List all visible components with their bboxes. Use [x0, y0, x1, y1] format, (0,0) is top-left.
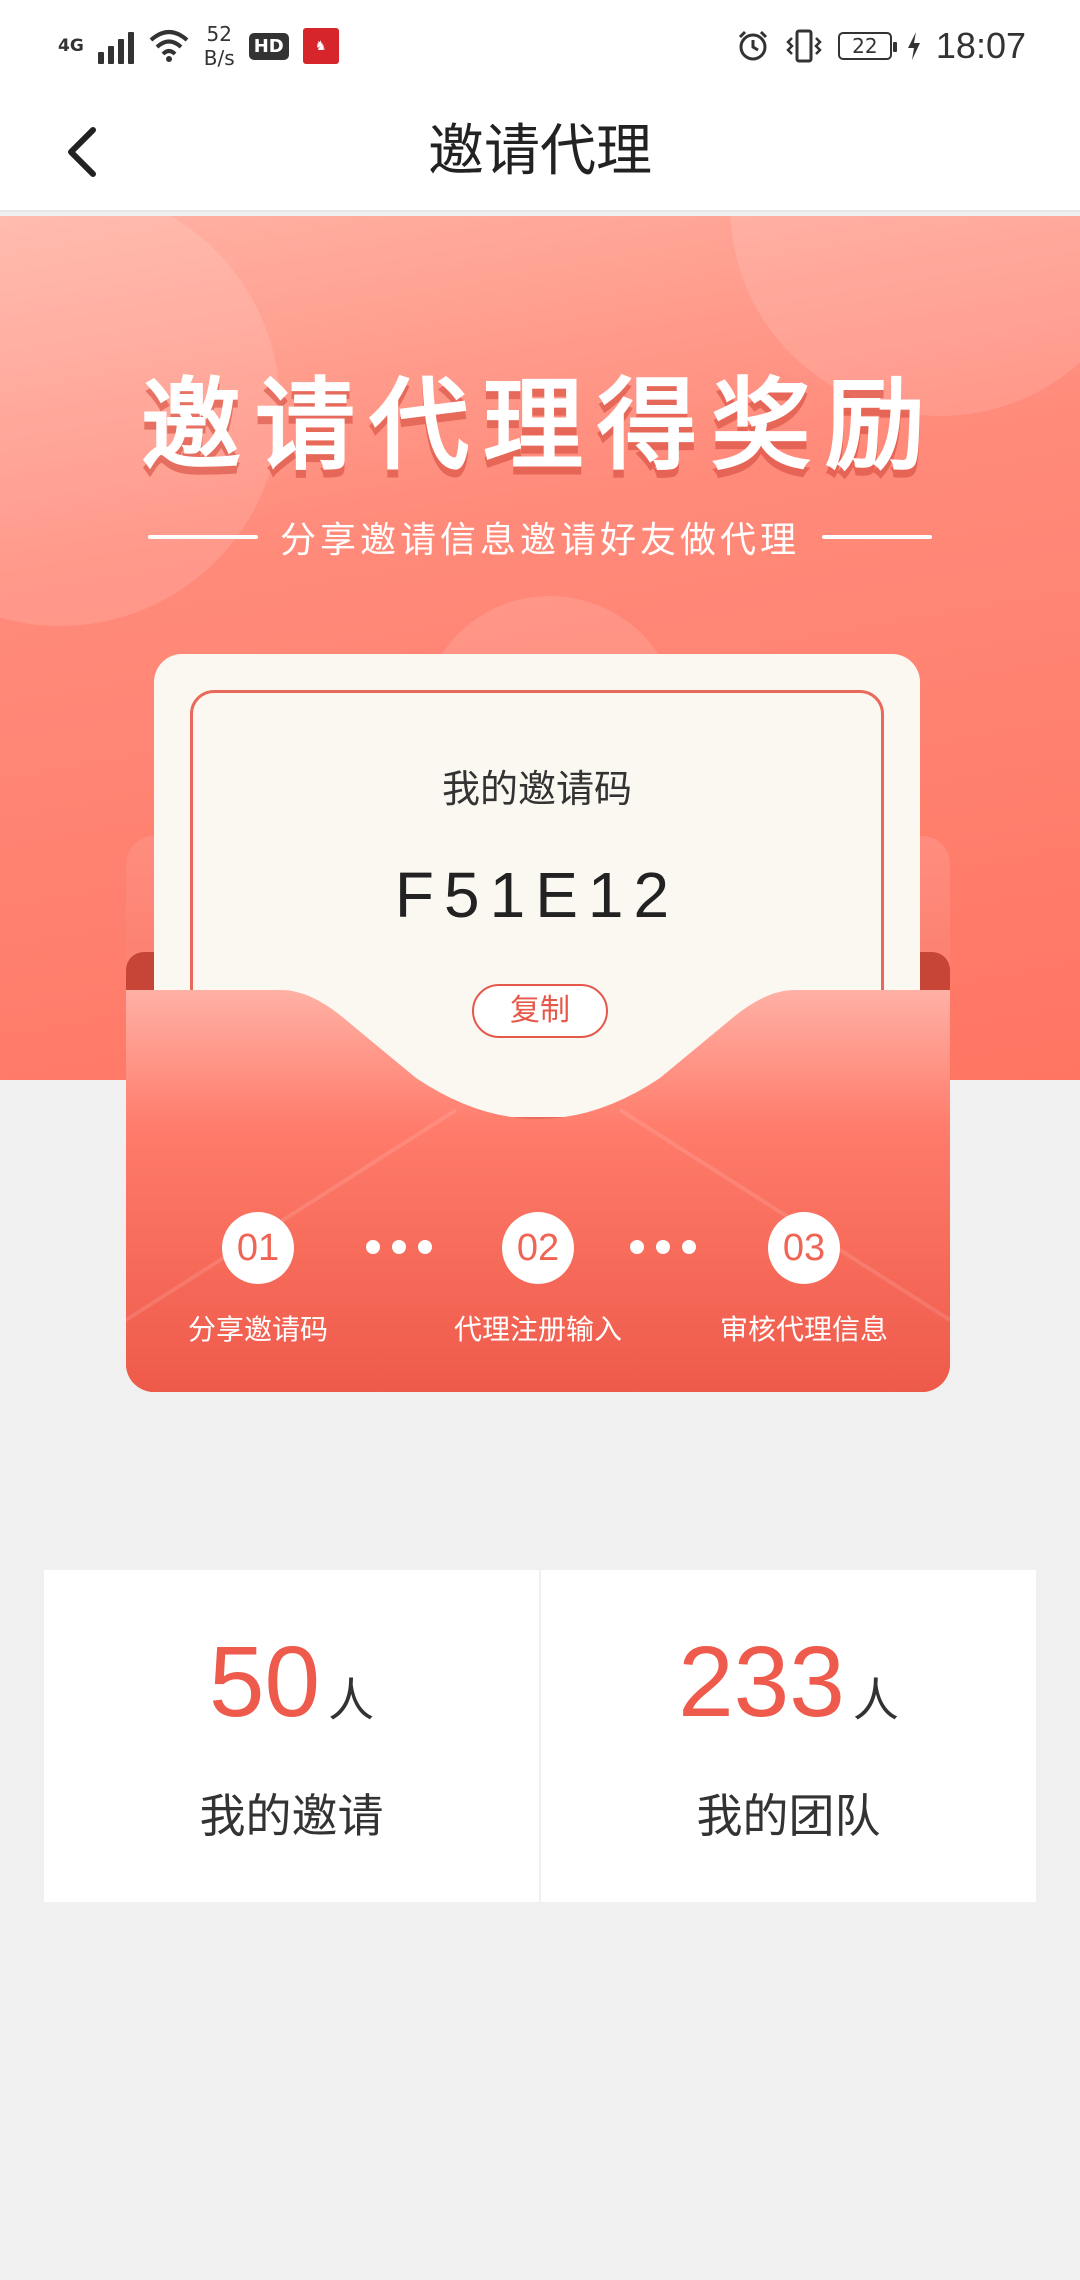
- stats-panel: 50 人 我的邀请 233 人 我的团队: [44, 1570, 1036, 1902]
- network-speed: 52 B/s: [204, 22, 235, 70]
- divider-line: [822, 535, 932, 539]
- step-number: 01: [222, 1212, 294, 1284]
- step-item: 03 审核代理信息: [674, 1212, 934, 1348]
- stat-label: 我的团队: [696, 1789, 881, 1843]
- stat-value: 233 人: [541, 1632, 1036, 1732]
- hd-badge: HD: [248, 32, 289, 60]
- clock: 18:07: [935, 25, 1026, 66]
- app-icon: ♞: [302, 28, 339, 64]
- status-bar: 4G 52 B/s HD ♞ 22 18:07: [0, 0, 1080, 92]
- step-label: 审核代理信息: [719, 1313, 888, 1346]
- step-label: 代理注册输入: [453, 1313, 622, 1346]
- my-invites-stat[interactable]: 50 人 我的邀请: [44, 1570, 539, 1902]
- stat-unit: 人: [328, 1673, 375, 1727]
- speed-unit: B/s: [203, 46, 235, 70]
- step-item: 01 分享邀请码: [128, 1212, 388, 1348]
- charging-icon: [907, 32, 920, 60]
- speed-value: 52: [206, 22, 232, 46]
- hero-subtitle: 分享邀请信息邀请好友做代理: [0, 512, 1080, 562]
- stat-unit: 人: [852, 1673, 899, 1727]
- steps: 01 分享邀请码 02 代理注册输入 03 审核代理信息: [126, 1212, 950, 1372]
- hero-title: 邀请代理得奖励: [141, 367, 939, 484]
- step-label: 分享邀请码: [187, 1313, 328, 1346]
- stat-label: 我的邀请: [199, 1789, 384, 1843]
- alarm-icon: [738, 30, 767, 61]
- divider-line: [147, 535, 258, 539]
- chevron-left-icon: [68, 127, 96, 177]
- step-number: 03: [768, 1212, 840, 1284]
- status-right: 22 18:07: [736, 18, 1026, 74]
- signal-icon: [97, 28, 134, 64]
- back-button[interactable]: [52, 122, 112, 182]
- step-number: 02: [502, 1212, 574, 1284]
- invite-code: F51E12: [394, 859, 680, 931]
- stat-value: 50 人: [44, 1632, 539, 1732]
- vibrate-icon: [786, 29, 822, 63]
- network-type: 4G: [58, 36, 84, 56]
- battery-icon: 22: [837, 32, 897, 60]
- step-item: 02 代理注册输入: [408, 1212, 668, 1348]
- hero-subtitle-text: 分享邀请信息邀请好友做代理: [279, 520, 800, 561]
- status-left: 4G 52 B/s HD ♞: [58, 18, 339, 74]
- team-count: 233: [678, 1626, 845, 1738]
- invites-count: 50: [208, 1626, 321, 1738]
- invite-code-label: 我的邀请码: [441, 767, 632, 811]
- nav-bar: 邀请代理: [0, 92, 1080, 212]
- page-title: 邀请代理: [428, 119, 652, 184]
- wifi-icon: [149, 30, 189, 62]
- my-team-stat[interactable]: 233 人 我的团队: [539, 1570, 1036, 1902]
